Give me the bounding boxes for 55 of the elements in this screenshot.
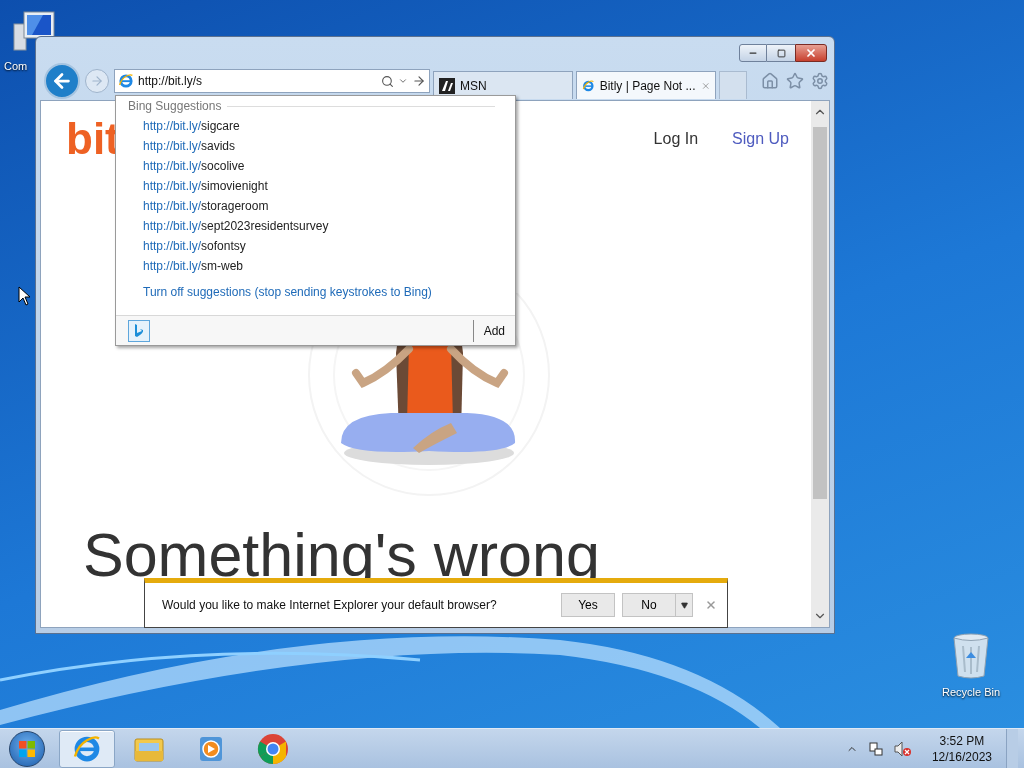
maximize-icon bbox=[776, 48, 786, 58]
forward-button[interactable] bbox=[85, 69, 109, 93]
bing-icon[interactable] bbox=[128, 319, 150, 342]
favorites-icon[interactable] bbox=[786, 72, 804, 90]
mouse-cursor-icon bbox=[18, 286, 31, 306]
scrollbar-thumb[interactable] bbox=[813, 127, 827, 499]
desktop-icon-label[interactable]: Recycle Bin bbox=[942, 684, 1001, 701]
ie-logo-icon bbox=[118, 73, 134, 89]
yes-button[interactable]: Yes bbox=[561, 593, 615, 617]
no-options-button[interactable] bbox=[676, 593, 693, 617]
nav-link[interactable]: Sign Up bbox=[732, 127, 789, 151]
maximize-button[interactable] bbox=[767, 44, 795, 62]
add-button[interactable]: Add bbox=[473, 321, 515, 340]
clock-date[interactable]: 12/16/2023 bbox=[931, 748, 992, 765]
show-desktop-button[interactable] bbox=[1006, 728, 1018, 768]
caret-icon bbox=[680, 601, 688, 609]
clock-time[interactable]: 3:52 PM bbox=[939, 732, 985, 749]
address-text[interactable]: http://bit.ly/s bbox=[138, 72, 377, 90]
windows-logo-icon bbox=[18, 739, 36, 758]
scrollbar[interactable] bbox=[811, 101, 829, 627]
recycle-bin-icon[interactable] bbox=[951, 632, 992, 680]
start-button[interactable] bbox=[9, 730, 45, 767]
no-button[interactable]: No bbox=[622, 593, 676, 617]
network-icon[interactable] bbox=[867, 740, 884, 757]
suggestion-link[interactable]: http://bit.ly/savids bbox=[143, 136, 236, 156]
taskbar-app-button[interactable] bbox=[59, 729, 115, 768]
close-button[interactable] bbox=[795, 44, 827, 62]
browser-tab[interactable]: Bitly | Page Not ... bbox=[576, 71, 716, 99]
suggestion-link[interactable]: http://bit.ly/simovienight bbox=[143, 176, 268, 196]
close-notification-icon[interactable] bbox=[705, 599, 717, 611]
nav-link[interactable]: Log In bbox=[653, 127, 699, 151]
home-icon[interactable] bbox=[761, 72, 779, 90]
go-icon[interactable] bbox=[412, 74, 426, 88]
turn-off-suggestions-link[interactable]: Turn off suggestions (stop sending keystrokes to Bing) bbox=[143, 283, 432, 301]
chrome-icon bbox=[257, 732, 289, 765]
close-icon bbox=[805, 47, 817, 59]
suggestion-link[interactable]: http://bit.ly/sigcare bbox=[143, 116, 240, 136]
muted-volume-icon[interactable] bbox=[893, 740, 912, 757]
forward-arrow-icon bbox=[90, 74, 104, 88]
address-bar[interactable]: http://bit.ly/s bbox=[114, 69, 430, 93]
suggestions-header: Bing Suggestions bbox=[128, 98, 222, 115]
ie-logo-icon bbox=[72, 733, 102, 764]
settings-icon[interactable] bbox=[811, 72, 829, 90]
back-button[interactable] bbox=[44, 63, 80, 99]
suggestion-link[interactable]: http://bit.ly/socolive bbox=[143, 156, 245, 176]
suggestion-link[interactable]: http://bit.ly/sept2023residentsurvey bbox=[143, 216, 329, 236]
suggestion-link[interactable]: http://bit.ly/sm-web bbox=[143, 256, 244, 276]
dropdown-icon[interactable] bbox=[398, 76, 408, 86]
search-icon[interactable] bbox=[381, 74, 394, 88]
browser-tab[interactable]: MSN bbox=[433, 71, 573, 99]
notification-message: Would you like to make Internet Explorer your default browser? bbox=[162, 597, 498, 614]
minimize-button[interactable] bbox=[739, 44, 767, 62]
suggestion-link[interactable]: http://bit.ly/sofontsy bbox=[143, 236, 246, 256]
suggestion-link[interactable]: http://bit.ly/storageroom bbox=[143, 196, 269, 216]
desktop-icon-label[interactable]: Com bbox=[4, 58, 28, 75]
